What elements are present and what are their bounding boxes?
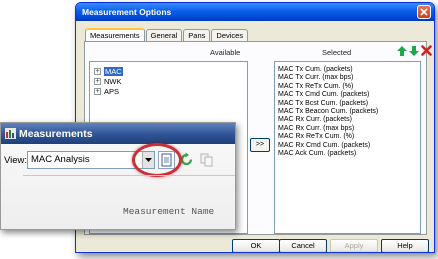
measurements-panel-title: Measurements (19, 127, 93, 140)
close-icon (420, 8, 428, 16)
list-item[interactable]: MAC Rx Curr. (packets) (278, 116, 420, 124)
measurements-panel-title-bar: Measurements (1, 123, 235, 144)
measurement-name-column-header: Measurement Name (123, 206, 215, 217)
divider (23, 175, 235, 176)
list-item[interactable]: MAC Tx Cmd Cum. (packets) (278, 91, 420, 99)
highlight-circle (132, 143, 182, 177)
dialog-title: Measurement Options (82, 7, 172, 17)
list-item[interactable]: MAC Rx Curr. (max bps) (278, 125, 420, 133)
apply-button[interactable]: Apply (330, 239, 378, 252)
selected-list[interactable]: MAC Tx Cum. (packets) MAC Tx Curr. (max … (274, 61, 421, 234)
list-item[interactable]: MAC Ack Cum. (packets) (278, 150, 420, 158)
measurements-app-icon (5, 128, 16, 139)
delete-button[interactable] (421, 45, 433, 57)
dialog-title-bar[interactable]: Measurement Options (76, 3, 434, 21)
down-arrow-icon (409, 46, 419, 56)
selected-header: Selected (322, 48, 352, 57)
copy-icon[interactable] (199, 152, 214, 167)
available-header: Available (210, 48, 241, 57)
expand-icon[interactable]: + (94, 88, 101, 95)
list-item[interactable]: MAC Tx Curr. (max bps) (278, 74, 420, 82)
list-item[interactable]: MAC Tx Bcst Cum. (packets) (278, 100, 420, 108)
up-arrow-icon (397, 46, 407, 56)
list-item[interactable]: MAC Rx ReTx Cum. (%) (278, 133, 420, 141)
move-down-button[interactable] (408, 45, 420, 57)
tree-item-mac[interactable]: + MAC (94, 67, 247, 76)
help-button[interactable]: Help (381, 239, 429, 252)
list-item[interactable]: MAC Rx Cmd Cum. (packets) (278, 142, 420, 150)
list-item[interactable]: MAC Tx Beacon Cum. (packets) (278, 108, 420, 116)
view-label: View: (4, 155, 28, 166)
tab-measurements[interactable]: Measurements (85, 28, 145, 42)
add-selected-button[interactable]: >> (250, 138, 270, 152)
tree-item-nwk[interactable]: + NWK (94, 77, 247, 86)
expand-icon[interactable]: + (94, 68, 101, 75)
list-item[interactable]: MAC Tx Cum. (packets) (278, 66, 420, 74)
tree-label: APS (104, 87, 120, 96)
tree-item-aps[interactable]: + APS (94, 87, 247, 96)
view-select-value: MAC Analysis (31, 154, 90, 165)
tab-strip: Measurements General Pans Devices (85, 28, 249, 42)
cancel-button[interactable]: Cancel (279, 239, 327, 252)
measurements-panel-zoom-inset: Measurements View: MAC Analysis Measurem… (0, 122, 236, 230)
ok-button[interactable]: OK (232, 239, 280, 252)
tree-label: NWK (104, 77, 122, 86)
expand-icon[interactable]: + (94, 78, 101, 85)
move-up-button[interactable] (396, 45, 408, 57)
tree-label: MAC (104, 67, 123, 76)
red-x-delete-icon (421, 45, 432, 56)
list-item[interactable]: MAC Tx ReTx Cum. (%) (278, 83, 420, 91)
close-button[interactable] (417, 5, 431, 19)
